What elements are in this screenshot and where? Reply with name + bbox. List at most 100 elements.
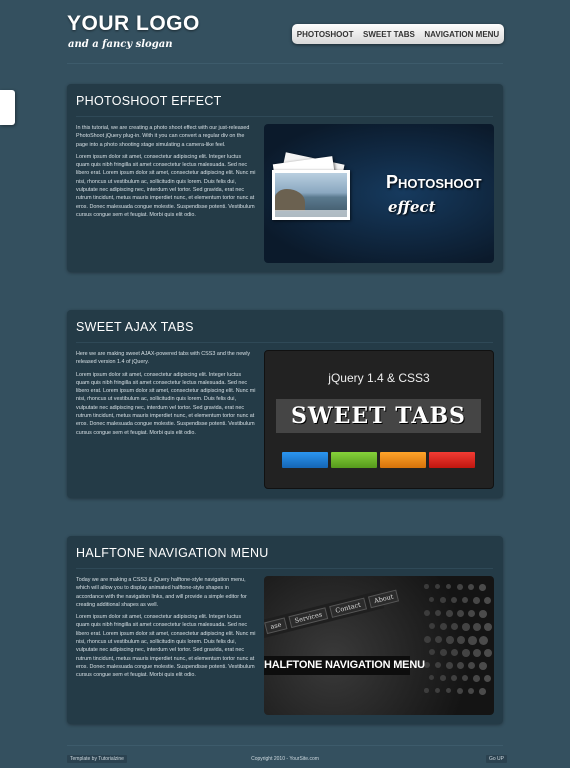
halftone-dot	[440, 623, 447, 630]
halftone-dot	[435, 662, 442, 669]
halftone-dot	[457, 688, 463, 694]
halftone-nav-item: Services	[288, 607, 329, 629]
tab-swatch-orange	[380, 452, 426, 468]
halftone-dot	[473, 649, 481, 657]
halftone-dot	[435, 610, 442, 617]
halftone-dot	[468, 610, 476, 618]
halftone-dot	[446, 584, 452, 590]
halftone-dot	[479, 688, 486, 695]
halftone-dot	[479, 584, 486, 591]
halftone-dot	[468, 662, 476, 670]
halftone-dot	[424, 584, 429, 589]
site-logo[interactable]: YOUR LOGO	[67, 12, 200, 36]
halftone-dot	[435, 584, 440, 589]
image-title: SWEET TABS	[291, 403, 466, 429]
seascape-photo	[275, 173, 347, 217]
halftone-dot	[479, 662, 487, 670]
section-body: Lorem ipsum dolor sit amet, consectetur …	[76, 614, 256, 679]
halftone-preview-image[interactable]: ase Services Contact About HALFTONE NAVI…	[264, 576, 494, 715]
polaroid-front	[272, 170, 350, 220]
image-title-bar: SWEET TABS	[276, 399, 481, 433]
halftone-nav-item: ase	[264, 617, 288, 635]
halftone-dot	[429, 675, 435, 681]
halftone-dot	[440, 597, 446, 603]
halftone-dot	[451, 649, 459, 657]
wave-shape	[275, 210, 347, 217]
section-divider	[76, 568, 493, 569]
section-divider	[76, 342, 493, 343]
side-feedback-tab[interactable]	[0, 90, 15, 125]
section-intro: Today we are making a CSS3 & jQuery half…	[76, 577, 247, 608]
halftone-dot	[484, 623, 493, 632]
halftone-dot	[451, 623, 459, 631]
section-intro: In this tutorial, we are creating a phot…	[76, 125, 250, 148]
halftone-dot	[446, 688, 452, 694]
halftone-dot	[435, 636, 443, 644]
halftone-dot	[457, 662, 464, 669]
halftone-dot	[479, 636, 488, 645]
footer-divider	[67, 745, 503, 746]
section-title: SWEET AJAX TABS	[76, 320, 194, 334]
tab-swatch-blue	[282, 452, 328, 468]
nav-link-sweet-tabs[interactable]: SWEET TABS	[363, 30, 415, 39]
section-intro: Here we are making sweet AJAX-powered ta…	[76, 351, 251, 366]
halftone-nav-item: About	[367, 589, 400, 609]
halftone-dot	[457, 584, 463, 590]
halftone-dot	[451, 597, 457, 603]
section-title: PHOTOSHOOT EFFECT	[76, 94, 222, 108]
sweet-tabs-preview-image[interactable]: jQuery 1.4 & CSS3 SWEET TABS	[264, 350, 494, 489]
halftone-dot	[451, 675, 457, 681]
halftone-dot	[424, 688, 429, 693]
site-slogan: and a fancy slogan	[68, 39, 173, 50]
photoshoot-preview-image[interactable]: Photoshoot effect	[264, 124, 494, 263]
halftone-dot	[446, 662, 453, 669]
halftone-dot	[473, 597, 480, 604]
halftone-dot	[484, 675, 492, 683]
halftone-dot	[440, 675, 446, 681]
image-caption: jQuery 1.4 & CSS3	[328, 371, 430, 385]
halftone-dot	[473, 623, 481, 631]
footer-copyright: Copyright 2010 - YourSite.com	[251, 756, 319, 762]
halftone-dot	[484, 597, 492, 605]
halftone-dot	[429, 597, 435, 603]
halftone-dot	[440, 649, 447, 656]
image-subtitle: effect	[388, 198, 436, 216]
halftone-dot	[462, 623, 470, 631]
section-title: HALFTONE NAVIGATION MENU	[76, 546, 269, 560]
halftone-nav-item: Contact	[329, 597, 367, 618]
header-divider	[67, 63, 503, 64]
tab-swatch-red	[429, 452, 475, 468]
halftone-dot	[429, 649, 436, 656]
section-sweet-tabs: SWEET AJAX TABS Here we are making sweet…	[67, 310, 503, 498]
section-text: In this tutorial, we are creating a phot…	[76, 124, 256, 223]
halftone-dot	[457, 610, 464, 617]
halftone-dot	[462, 649, 470, 657]
section-photoshoot: PHOTOSHOOT EFFECT In this tutorial, we a…	[67, 84, 503, 272]
halftone-dot	[462, 597, 469, 604]
section-body: Lorem ipsum dolor sit amet, consectetur …	[76, 153, 256, 218]
section-halftone-nav: HALFTONE NAVIGATION MENU Today we are ma…	[67, 536, 503, 724]
nav-link-photoshoot[interactable]: PHOTOSHOOT	[297, 30, 354, 39]
tab-swatch-green	[331, 452, 377, 468]
image-title-bar: HALFTONE NAVIGATION MENU	[264, 656, 425, 675]
halftone-dot	[473, 675, 480, 682]
image-title: HALFTONE NAVIGATION MENU	[264, 659, 425, 671]
rock-shape	[275, 189, 305, 211]
nav-link-navigation-menu[interactable]: NAVIGATION MENU	[424, 30, 499, 39]
halftone-nav-strip: ase Services Contact About	[264, 589, 400, 640]
image-title: Photoshoot	[386, 172, 482, 192]
halftone-dot	[446, 636, 454, 644]
halftone-dot	[479, 610, 487, 618]
halftone-dot	[435, 688, 440, 693]
halftone-dot	[462, 675, 469, 682]
section-divider	[76, 116, 493, 117]
halftone-dot	[424, 636, 431, 643]
main-nav: PHOTOSHOOT SWEET TABS NAVIGATION MENU	[292, 24, 504, 44]
halftone-dot	[446, 610, 453, 617]
section-text: Today we are making a CSS3 & jQuery half…	[76, 576, 256, 684]
halftone-dot	[468, 688, 475, 695]
section-text: Here we are making sweet AJAX-powered ta…	[76, 350, 256, 441]
go-up-link[interactable]: Go UP	[486, 755, 508, 763]
section-body: Lorem ipsum dolor sit amet, consectetur …	[76, 371, 256, 436]
halftone-dot	[484, 649, 493, 658]
